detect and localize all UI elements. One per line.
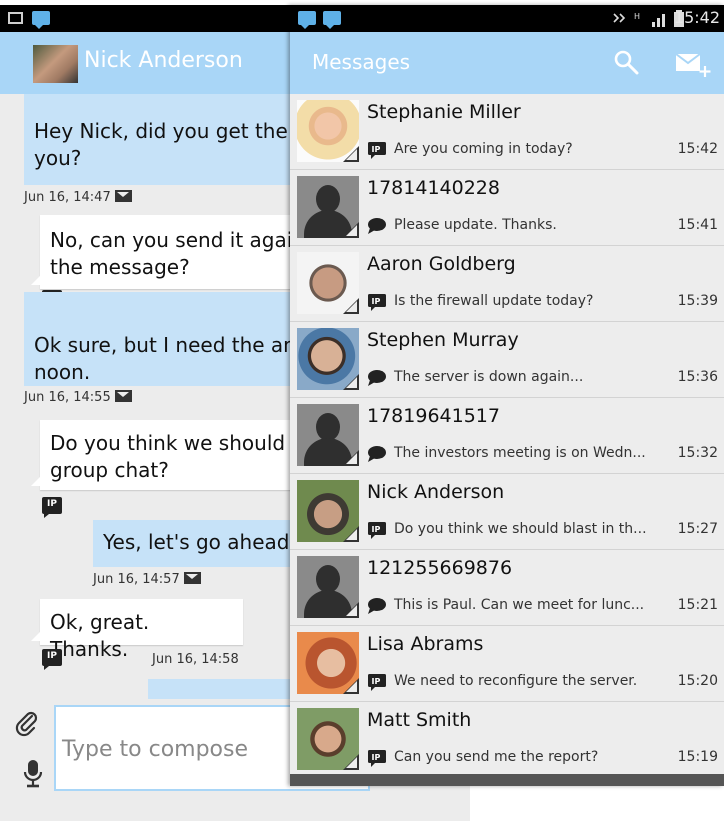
- contact-name: 121255669876: [367, 557, 513, 579]
- contact-avatar[interactable]: [33, 45, 78, 83]
- message-time: 15:19: [677, 749, 718, 765]
- conversation-list-item[interactable]: 17819641517 The investors meeting is on W…: [290, 398, 724, 474]
- search-icon[interactable]: [612, 48, 640, 76]
- contact-name: Matt Smith: [367, 709, 472, 731]
- svg-text:IP: IP: [372, 677, 381, 686]
- avatar-corner-icon: [343, 526, 359, 542]
- page-title: Messages: [312, 50, 411, 74]
- contact-name: Stephanie Miller: [367, 101, 521, 123]
- ip-message-icon: IP: [368, 750, 386, 767]
- message-timestamp: Jun 16, 14:57: [93, 572, 201, 587]
- conversation-list-item[interactable]: Lisa Abrams IP We need to reconfigure the …: [290, 626, 724, 702]
- incoming-message[interactable]: Ok, great. Thanks.: [31, 599, 243, 661]
- contact-name: 17814140228: [367, 177, 500, 199]
- message-time: 15:20: [677, 673, 718, 689]
- envelope-open-icon: [114, 390, 132, 402]
- avatar-corner-icon: [343, 450, 359, 466]
- svg-text:IP: IP: [372, 145, 381, 154]
- envelope-open-icon: [183, 572, 201, 584]
- conversation-list-item[interactable]: Stephanie Miller IP Are you coming in toda…: [290, 94, 724, 170]
- conversation-list-item[interactable]: Stephen Murray The server is down again..…: [290, 322, 724, 398]
- message-preview: Do you think we should blast in th...: [394, 521, 647, 537]
- message-timestamp: Jun 16, 14:58: [152, 652, 239, 667]
- screenshot-frame: Nick Anderson Hey Nick, did you get the …: [0, 0, 724, 821]
- avatar-corner-icon: [343, 678, 359, 694]
- message-preview: The investors meeting is on Wedn...: [394, 445, 646, 461]
- message-preview: The server is down again...: [394, 369, 584, 385]
- conversation-list-item[interactable]: 121255669876 This is Paul. Can we meet fo…: [290, 550, 724, 626]
- avatar-corner-icon: [343, 374, 359, 390]
- messages-list-screen: H 15:42 Messages Stephanie Miller IP Are…: [290, 5, 724, 786]
- message-time: 15:41: [677, 217, 718, 233]
- message-notification-icon: [323, 11, 341, 29]
- svg-text:IP: IP: [372, 297, 381, 306]
- message-preview: Please update. Thanks.: [394, 217, 557, 233]
- avatar-corner-icon: [343, 754, 359, 770]
- bottom-edge: [290, 774, 724, 786]
- contact-name: Lisa Abrams: [367, 633, 484, 655]
- ip-message-icon: IP: [368, 142, 386, 159]
- message-time: 15:36: [677, 369, 718, 385]
- sms-bubble-icon: [368, 218, 386, 234]
- message-preview: Is the firewall update today?: [394, 293, 594, 309]
- ip-message-icon: IP: [42, 497, 62, 518]
- ip-message-icon: IP: [42, 649, 62, 670]
- conversation-list-item[interactable]: Nick Anderson IP Do you think we should bl…: [290, 474, 724, 550]
- paperclip-icon[interactable]: [14, 711, 40, 737]
- avatar-corner-icon: [343, 602, 359, 618]
- conversation-list-item[interactable]: 17814140228 Please update. Thanks. 15:41: [290, 170, 724, 246]
- message-timestamp: Jun 16, 14:47: [24, 190, 132, 205]
- avatar-corner-icon: [343, 146, 359, 162]
- conversation-list-item[interactable]: Aaron Goldberg IP Is the firewall update t…: [290, 246, 724, 322]
- contact-name: Aaron Goldberg: [367, 253, 516, 275]
- sms-bubble-icon: [368, 598, 386, 614]
- message-time: 15:32: [677, 445, 718, 461]
- conversation-list[interactable]: Stephanie Miller IP Are you coming in toda…: [290, 94, 724, 778]
- status-bar-right: H 15:42: [290, 5, 724, 32]
- ip-message-icon: IP: [368, 294, 386, 311]
- message-notification-icon: [32, 11, 50, 29]
- sms-bubble-icon: [368, 370, 386, 386]
- envelope-open-icon: [114, 190, 132, 202]
- sms-bubble-icon: [368, 446, 386, 462]
- avatar-corner-icon: [343, 298, 359, 314]
- message-preview: We need to reconfigure the server.: [394, 673, 638, 689]
- svg-text:H: H: [634, 12, 640, 21]
- message-time: 15:42: [677, 141, 718, 157]
- messages-header: Messages: [290, 32, 724, 94]
- contact-name: Nick Anderson: [367, 481, 505, 503]
- contact-name: 17819641517: [367, 405, 500, 427]
- message-time: 15:21: [677, 597, 718, 613]
- avatar-corner-icon: [343, 222, 359, 238]
- message-timestamp: Jun 16, 14:55: [24, 390, 132, 405]
- svg-text:IP: IP: [372, 753, 381, 762]
- message-preview: This is Paul. Can we meet for lunc...: [394, 597, 645, 613]
- new-message-icon[interactable]: [675, 50, 711, 78]
- contact-name: Stephen Murray: [367, 329, 519, 351]
- contact-name[interactable]: Nick Anderson: [84, 48, 243, 73]
- message-preview: Are you coming in today?: [394, 141, 573, 157]
- svg-text:IP: IP: [372, 525, 381, 534]
- message-time: 15:39: [677, 293, 718, 309]
- message-time: 15:27: [677, 521, 718, 537]
- status-time: 15:42: [673, 8, 720, 27]
- ip-message-icon: IP: [368, 522, 386, 539]
- image-notification-icon: [8, 12, 23, 24]
- message-notification-icon: [298, 11, 316, 29]
- conversation-list-item[interactable]: Matt Smith IP Can you send me the report? 1…: [290, 702, 724, 778]
- ip-message-icon: IP: [368, 674, 386, 691]
- message-preview: Can you send me the report?: [394, 749, 599, 765]
- microphone-icon[interactable]: [22, 759, 44, 789]
